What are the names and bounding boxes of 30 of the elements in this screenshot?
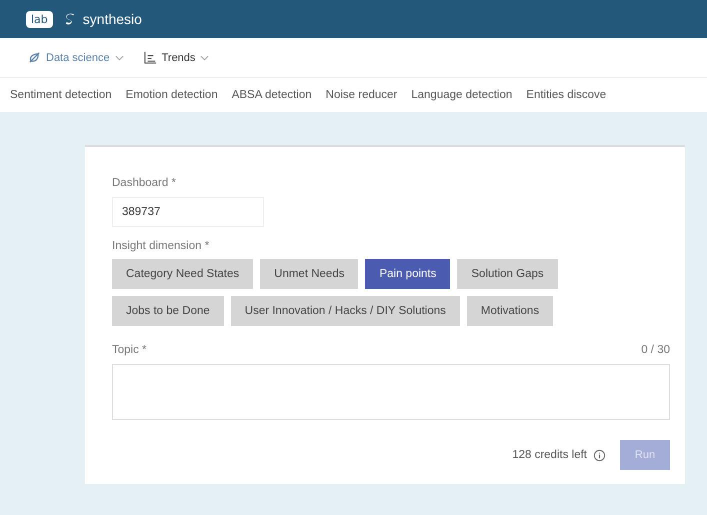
tool-link[interactable]: Emotion detection <box>126 89 218 101</box>
dimension-chip[interactable]: Motivations <box>466 296 554 326</box>
leaf-icon <box>28 51 41 64</box>
dimension-chip[interactable]: Pain points <box>365 259 450 289</box>
dimension-chip[interactable]: Solution Gaps <box>457 259 558 289</box>
brand-logo-icon <box>64 12 75 26</box>
tool-link[interactable]: Noise reducer <box>326 89 398 101</box>
dimension-chip[interactable]: Category Need States <box>112 259 254 289</box>
brand-name: synthesio <box>82 11 142 27</box>
nav-menu[interactable]: Data science <box>28 51 124 64</box>
dimension-chip[interactable]: User Innovation / Hacks / DIY Solutions <box>230 296 460 326</box>
field-label: Dashboard * <box>112 177 177 189</box>
lab-logo[interactable]: lab <box>26 10 53 28</box>
tool-link[interactable]: ABSA detection <box>232 89 312 101</box>
character-counter: 0 / 30 <box>641 344 670 356</box>
credits-text: 128 credits left <box>512 449 587 461</box>
tool-link[interactable]: Entities discove <box>526 89 606 101</box>
caret-icon <box>200 54 210 60</box>
field-label: Insight dimension * <box>112 240 210 252</box>
caret-icon <box>114 54 124 60</box>
nav-menu[interactable]: Trends <box>144 51 210 64</box>
tool-link[interactable]: Language detection <box>411 89 512 101</box>
field-label: Topic * <box>112 344 147 356</box>
bar-chart-icon <box>144 51 157 64</box>
topic-field[interactable] <box>112 364 670 420</box>
dimension-chip[interactable]: Jobs to be Done <box>112 296 224 326</box>
dashboard-field[interactable]: 389737 <box>112 197 264 227</box>
dimension-chip[interactable]: Unmet Needs <box>260 259 358 289</box>
tool-link[interactable]: Sentiment detection <box>10 89 112 101</box>
info-icon[interactable] <box>593 448 606 462</box>
